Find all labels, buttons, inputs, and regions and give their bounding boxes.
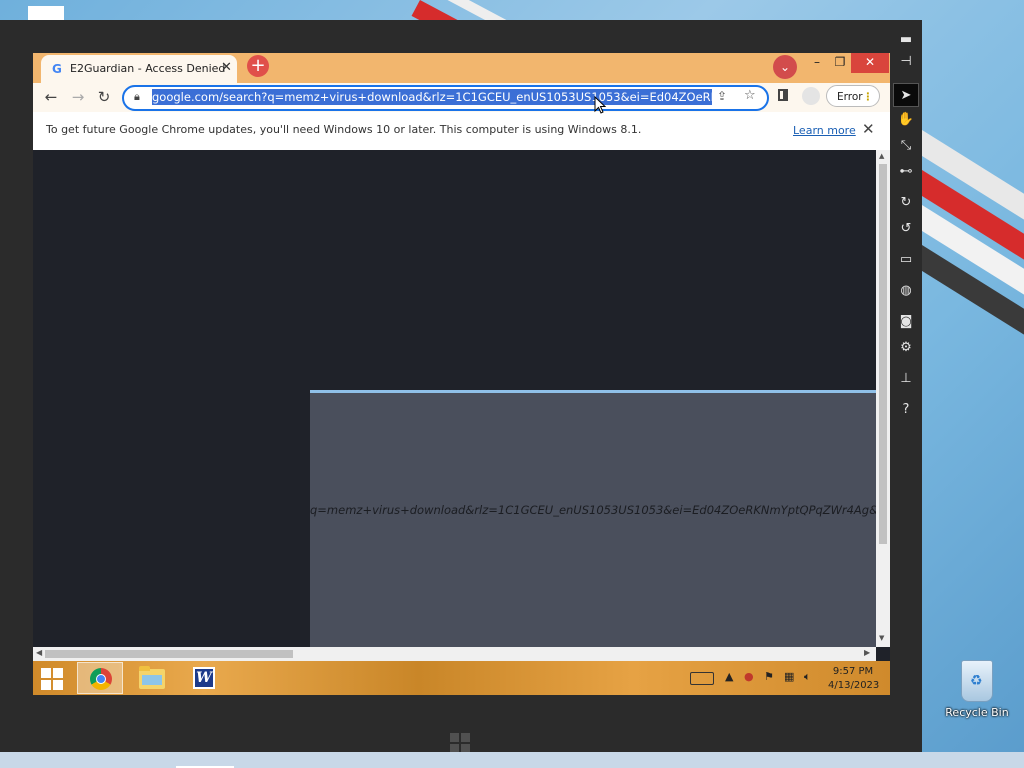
tab-search-button[interactable]: ⌄ — [773, 55, 797, 79]
hand-tool-icon[interactable]: ✋ — [893, 108, 919, 132]
google-favicon-icon: G — [52, 62, 62, 76]
learn-more-link[interactable]: Learn more — [793, 124, 856, 137]
windows-logo-icon — [450, 733, 470, 753]
taskbar-file-explorer[interactable] — [129, 662, 175, 694]
host-taskbar-edge — [0, 752, 1024, 768]
window-maximize-button[interactable]: ❐ — [830, 53, 850, 73]
recycle-bin-label: Recycle Bin — [945, 706, 1009, 719]
start-button[interactable] — [41, 668, 63, 690]
blocked-url-text: q=memz+virus+download&rlz=1C1GCEU_enUS10… — [310, 503, 876, 517]
undo-icon[interactable]: ↺ — [893, 217, 919, 241]
globe-icon[interactable]: ◍ — [893, 279, 919, 303]
vm-toolbar: ▬ ⊣ ➤ ✋ ⤡ ⊷ ↻ ↺ ▭ ◍ ◙ ⚙ ⊥ ? — [893, 28, 919, 428]
lock-icon[interactable]: 🔒︎ — [134, 90, 140, 104]
monitor-icon[interactable]: ▭ — [893, 248, 919, 272]
page-content: q=memz+virus+download&rlz=1C1GCEU_enUS10… — [33, 150, 876, 647]
access-denied-panel: q=memz+virus+download&rlz=1C1GCEU_enUS10… — [310, 390, 876, 647]
word-icon: W — [193, 667, 215, 689]
taskbar-word[interactable]: W — [181, 662, 227, 694]
security-icon[interactable]: ● — [744, 670, 754, 683]
window-close-button[interactable]: ✕ — [851, 53, 889, 73]
guest-screen: G E2Guardian - Access Denied ✕ + ⌄ – ❐ ✕… — [33, 53, 890, 695]
pointer-tool-icon[interactable]: ➤ — [893, 83, 919, 107]
url-text[interactable]: google.com/search?q=memz+virus+download&… — [152, 89, 712, 105]
folder-icon — [139, 666, 165, 689]
horizontal-scroll-thumb[interactable] — [45, 650, 293, 658]
infobar-close-icon[interactable]: ✕ — [862, 120, 875, 138]
gear-icon[interactable]: ⚙ — [893, 336, 919, 360]
scroll-left-icon[interactable]: ◀ — [36, 648, 42, 657]
forward-button[interactable]: → — [68, 87, 88, 107]
menu-kebab-icon[interactable]: ⋮ — [863, 86, 874, 108]
infobar-message: To get future Google Chrome updates, you… — [46, 123, 642, 136]
taskbar-chrome[interactable] — [77, 662, 123, 694]
camera-icon[interactable]: ◙ — [893, 310, 919, 334]
recycle-bin-icon — [961, 660, 993, 702]
show-hidden-icons-icon[interactable]: ▲ — [725, 670, 733, 683]
drag-tool-icon[interactable]: ⤡ — [893, 134, 919, 158]
redo-icon[interactable]: ↻ — [893, 191, 919, 215]
tab-title: E2Guardian - Access Denied — [70, 62, 226, 75]
scroll-right-icon[interactable]: ▶ — [864, 648, 870, 657]
back-button[interactable]: ← — [41, 87, 61, 107]
taskbar-clock[interactable]: 9:57 PM 4/13/2023 — [828, 665, 880, 693]
reload-button[interactable]: ↻ — [94, 87, 114, 107]
pin-icon[interactable]: ⊣ — [893, 50, 919, 74]
window-minimize-button[interactable]: – — [807, 53, 827, 73]
browser-tabstrip: G E2Guardian - Access Denied ✕ + ⌄ – ❐ ✕ — [33, 53, 890, 83]
address-bar[interactable]: 🔒︎ google.com/search?q=memz+virus+downlo… — [122, 85, 769, 111]
network-icon[interactable]: ⊥ — [893, 367, 919, 391]
scroll-up-icon[interactable]: ▲ — [879, 152, 884, 160]
horizontal-scrollbar[interactable]: ◀ ▶ — [33, 647, 876, 661]
tab-close-icon[interactable]: ✕ — [221, 60, 232, 75]
chrome-icon — [90, 668, 112, 690]
action-center-flag-icon[interactable]: ⚑ — [764, 670, 774, 683]
clock-date: 4/13/2023 — [828, 680, 880, 691]
update-infobar: To get future Google Chrome updates, you… — [33, 112, 890, 151]
vertical-scrollbar[interactable]: ▲ ▼ — [876, 150, 890, 647]
binoculars-icon[interactable]: ⊷ — [893, 160, 919, 184]
profile-error-button[interactable]: Error ⋮ — [826, 85, 880, 107]
new-tab-button[interactable]: + — [247, 55, 269, 77]
guest-taskbar: W ▲ ● ⚑ ▦ 🔈︎ 9:57 PM 4/13/2023 — [33, 661, 890, 695]
desktop-window-fragment — [28, 6, 64, 20]
side-panel-icon[interactable] — [778, 89, 788, 101]
error-label: Error — [837, 91, 863, 103]
browser-tab[interactable]: G E2Guardian - Access Denied ✕ — [41, 55, 237, 83]
volume-icon[interactable]: 🔈︎ — [804, 670, 811, 684]
share-icon[interactable]: ⇪ — [717, 89, 727, 103]
scroll-down-icon[interactable]: ▼ — [879, 634, 884, 642]
network-tray-icon[interactable]: ▦ — [784, 670, 794, 683]
profile-avatar-icon[interactable] — [802, 87, 820, 105]
clock-time: 9:57 PM — [832, 666, 874, 677]
bookmark-star-icon[interactable]: ☆ — [744, 88, 756, 103]
help-icon[interactable]: ? — [893, 398, 919, 422]
keyboard-icon[interactable] — [690, 672, 714, 685]
recycle-bin-shortcut[interactable]: Recycle Bin — [944, 660, 1010, 719]
vertical-scroll-thumb[interactable] — [879, 164, 887, 544]
minimize-viewer-icon[interactable]: ▬ — [893, 28, 919, 52]
browser-toolbar: ← → ↻ 🔒︎ google.com/search?q=memz+virus+… — [33, 83, 890, 112]
